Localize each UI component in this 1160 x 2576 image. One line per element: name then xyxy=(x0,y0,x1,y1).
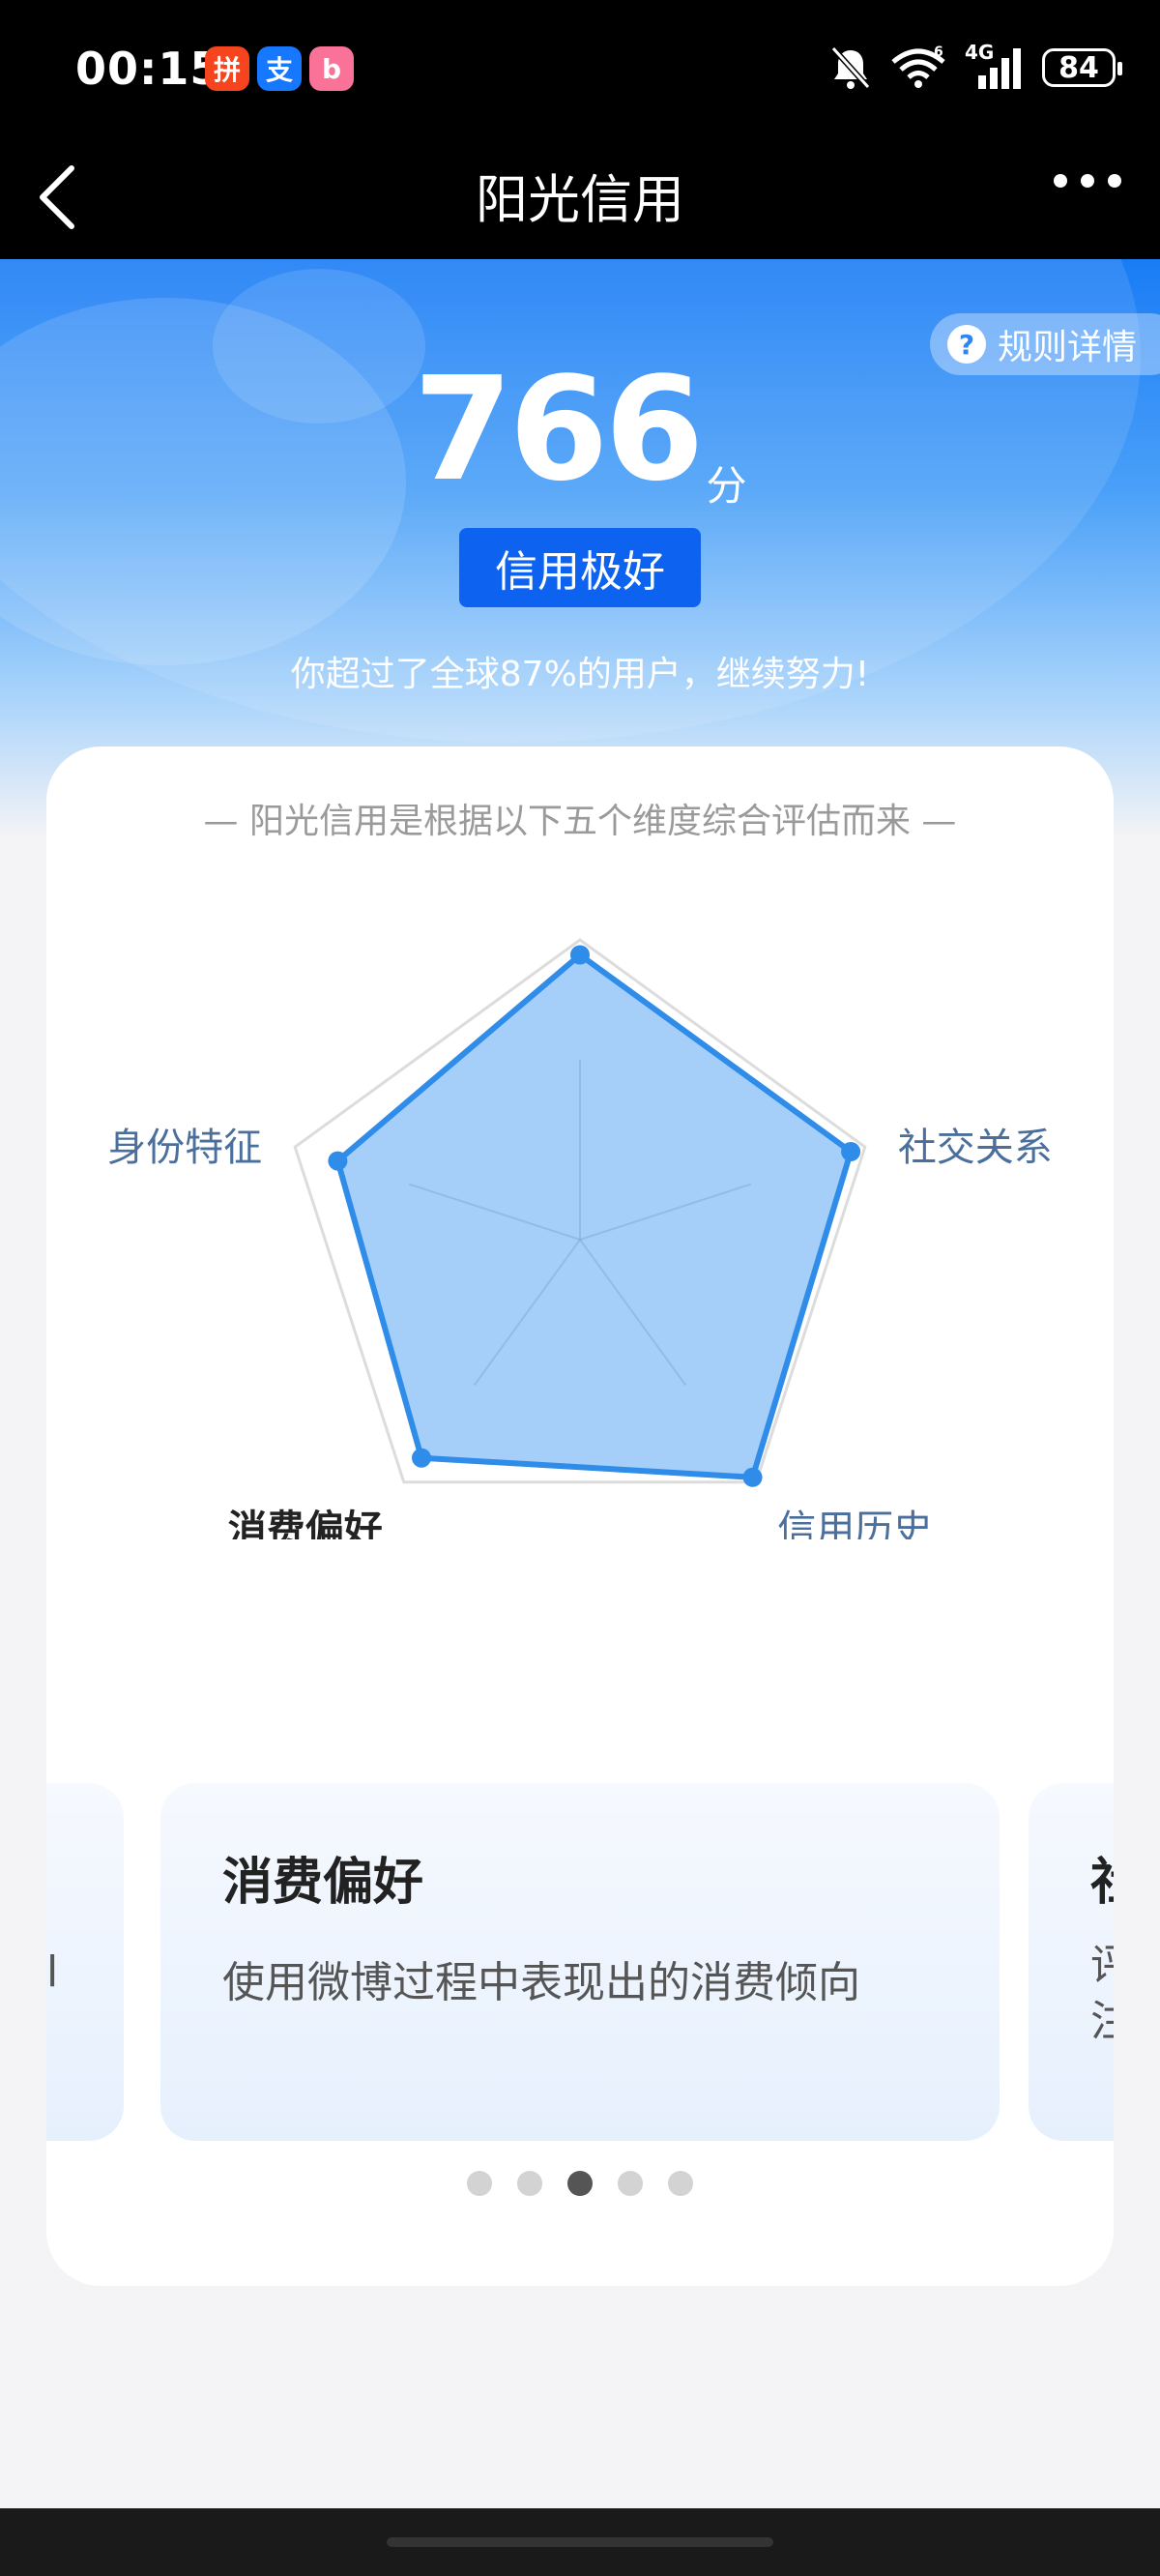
pagination-dot[interactable] xyxy=(517,2171,542,2196)
svg-text:6: 6 xyxy=(934,44,943,60)
radar-point xyxy=(412,1448,432,1468)
carousel-pagination xyxy=(46,2171,1114,2196)
page-title: 阳光信用 xyxy=(476,169,684,230)
more-options-icon[interactable] xyxy=(1054,174,1121,188)
battery-indicator: 84 xyxy=(1042,48,1122,87)
pagination-dot[interactable] xyxy=(567,2171,593,2196)
radar-chart: 内容贡献社交关系信用历史消费偏好身份特征 xyxy=(107,938,1053,1539)
status-bar: 00:15 拼 支 b 6 4G 84 xyxy=(0,0,1160,135)
alipay-icon: 支 xyxy=(257,46,302,91)
pagination-dot[interactable] xyxy=(668,2171,693,2196)
radar-point xyxy=(742,1467,763,1487)
carousel-card-title: 消费偏好 xyxy=(222,1854,424,1912)
pagination-dot[interactable] xyxy=(467,2171,492,2196)
credit-level-badge: 信用极好 xyxy=(459,528,701,607)
score-unit: 分 xyxy=(706,462,747,510)
radar-point xyxy=(841,1141,861,1161)
radar-point xyxy=(570,945,590,965)
dimension-carousel[interactable]: l 消费偏好 使用微博过程中表现出的消费倾向 社 评 注 xyxy=(46,1783,1114,2141)
nav-bar: 阳光信用 xyxy=(0,135,1160,259)
carousel-card-title: 社 xyxy=(1090,1841,1114,1914)
carousel-card-text: 评 注 xyxy=(1090,1941,1114,2046)
bilibili-icon: b xyxy=(309,46,354,91)
pinduoduo-icon: 拼 xyxy=(205,46,249,91)
pagination-dot[interactable] xyxy=(618,2171,643,2196)
radar-axis-label[interactable]: 社交关系 xyxy=(898,1126,1053,1170)
radar-axis-label[interactable]: 身份特征 xyxy=(107,1126,262,1170)
radar-axis-label[interactable]: 消费偏好 xyxy=(228,1508,383,1539)
gesture-bar xyxy=(0,2508,1160,2576)
cellular-signal-icon: 4G xyxy=(965,41,1025,91)
status-time: 00:15 xyxy=(75,43,222,95)
radar-axis-label[interactable]: 信用历史 xyxy=(777,1508,932,1539)
radar-data-area xyxy=(334,951,855,1480)
radar-point xyxy=(328,1151,348,1171)
carousel-card-text: 使用微博过程中表现出的消费倾向 xyxy=(222,1958,860,2007)
credit-dimensions-card: — 阳光信用是根据以下五个维度综合评估而来 — 内容贡献社交关系信用历史消费偏好… xyxy=(46,746,1114,2286)
credit-score: 766 xyxy=(413,346,705,512)
carousel-card-active[interactable]: 消费偏好 使用微博过程中表现出的消费倾向 xyxy=(160,1783,1000,2141)
mute-bell-icon xyxy=(830,45,871,90)
carousel-card-prev[interactable]: l xyxy=(46,1783,124,2141)
carousel-card-text: l xyxy=(46,1947,59,1997)
ranking-text: 你超过了全球87%的用户，继续努力! xyxy=(290,655,870,694)
carousel-card-next[interactable]: 社 评 注 xyxy=(1029,1783,1114,2141)
wifi-icon: 6 xyxy=(891,44,945,88)
card-description: — 阳光信用是根据以下五个维度综合评估而来 — xyxy=(203,802,957,841)
